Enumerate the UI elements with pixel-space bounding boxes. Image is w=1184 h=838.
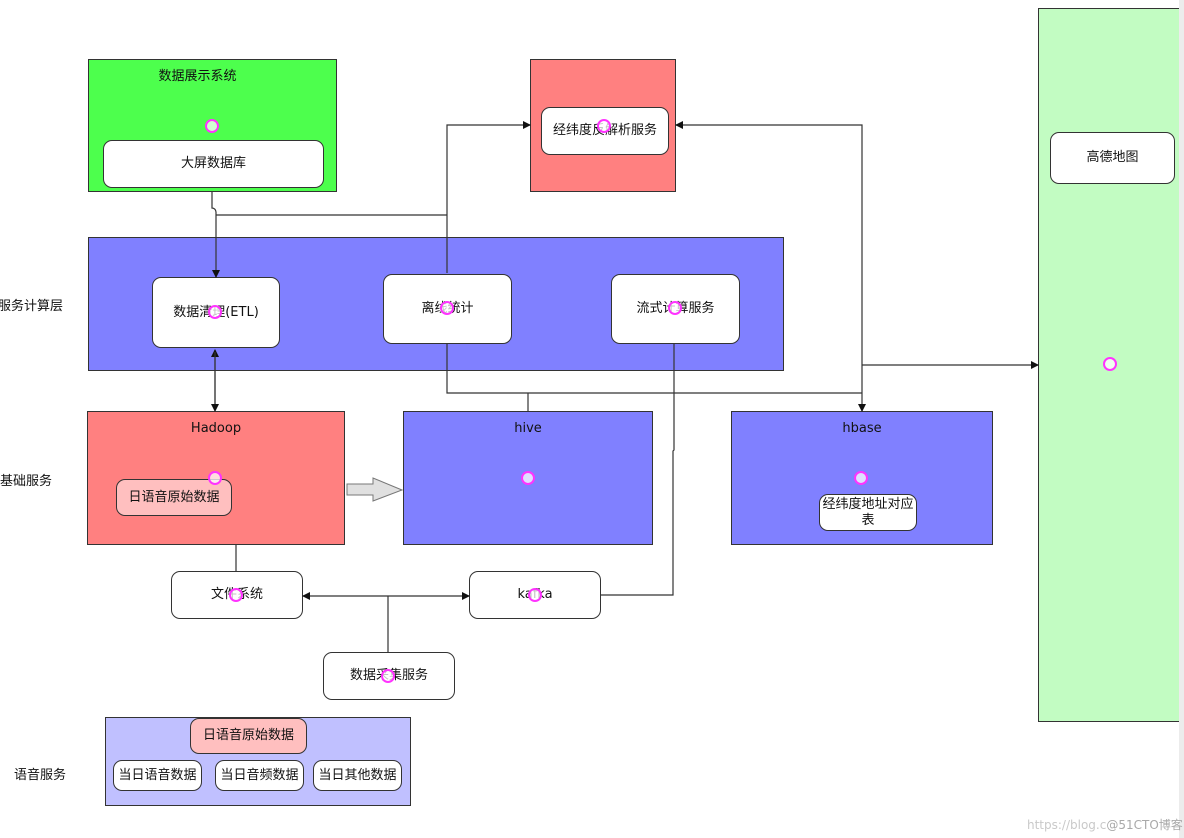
edge-stream-to-kafka (601, 343, 675, 596)
watermark: https://blog.c@51CTO博客 (1027, 816, 1183, 833)
watermark-url: https://blog.c (1027, 818, 1107, 832)
edge-offline-to-geo (446, 121, 531, 273)
watermark-brand: @51CTO博客 (1106, 818, 1183, 832)
edge-right-to-geo (675, 121, 863, 393)
scrollbar[interactable] (1179, 0, 1184, 838)
edge-display-to-etl (211, 192, 220, 278)
block-arrow-hadoop-hive (346, 477, 404, 502)
edge-offline-down (446, 343, 862, 394)
connectors-layer (211, 121, 1039, 652)
